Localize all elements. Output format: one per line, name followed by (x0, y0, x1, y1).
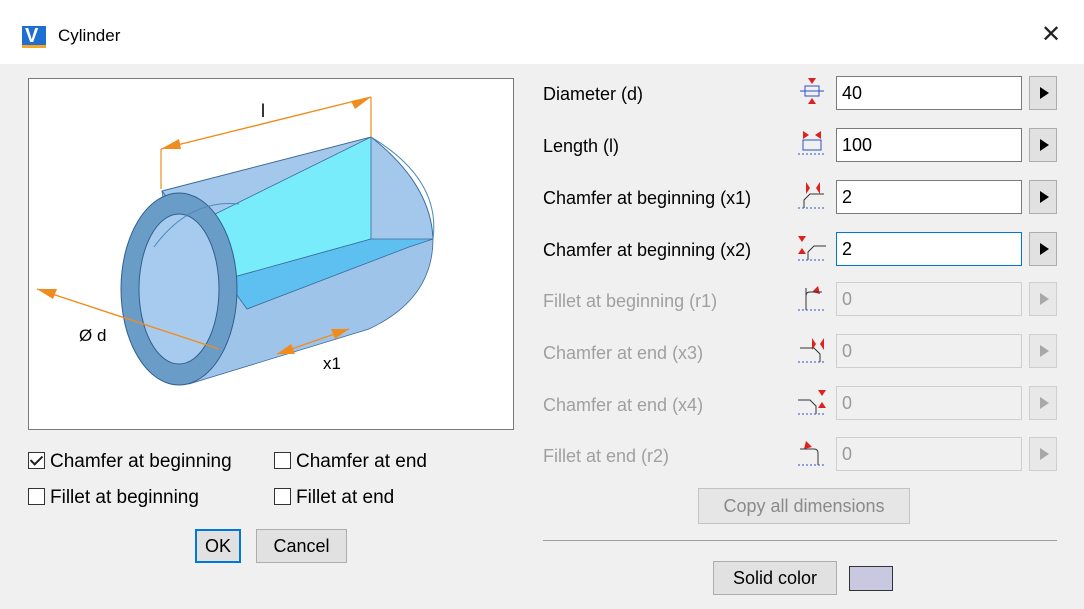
chamfer-x2-input[interactable]: 2 (836, 232, 1022, 266)
chamfer-beginning-checkbox[interactable]: Chamfer at beginning (28, 450, 232, 474)
fillet-r1-input[interactable]: 0 (836, 282, 1022, 316)
chamfer-x4-label: Chamfer at end (x4) (543, 395, 704, 415)
fillet-r1-arrow-button[interactable] (1029, 282, 1057, 316)
length-input[interactable]: 100 (836, 128, 1022, 162)
fillet-r2-input[interactable]: 0 (836, 437, 1022, 471)
chamfer-label: x1 (323, 354, 341, 373)
checkbox-icon (274, 452, 291, 469)
length-icon (798, 131, 826, 155)
diameter-label: Diameter (d) (543, 84, 644, 104)
chamfer-x2-arrow-button[interactable] (1029, 232, 1057, 266)
fillet-end-icon (798, 441, 826, 466)
fillet-beginning-checkbox[interactable]: Fillet at beginning (28, 486, 199, 510)
chamfer-x1-label: Chamfer at beginning (x1) (543, 188, 752, 208)
app-logo-icon: V (22, 25, 46, 48)
diameter-arrow-button[interactable] (1029, 76, 1057, 110)
chamfer-x3-label: Chamfer at end (x3) (543, 343, 704, 363)
checkbox-icon (28, 488, 45, 505)
title-bar: V Cylinder ✕ (0, 0, 1084, 64)
copy-all-dimensions-button[interactable]: Copy all dimensions (698, 488, 910, 524)
chamfer-beginning-x2-icon (798, 236, 826, 261)
fillet-beginning-icon (798, 286, 826, 311)
ok-button[interactable]: OK (195, 529, 241, 563)
length-arrow-button[interactable] (1029, 128, 1057, 162)
diameter-input[interactable]: 40 (836, 76, 1022, 110)
cylinder-drawing: l Ø d x1 (36, 96, 435, 386)
window-title: Cylinder (58, 26, 121, 45)
chamfer-x3-input[interactable]: 0 (836, 334, 1022, 368)
fillet-end-checkbox[interactable]: Fillet at end (274, 486, 394, 510)
cancel-button[interactable]: Cancel (256, 529, 347, 563)
checkbox-icon (274, 488, 291, 505)
chamfer-x1-arrow-button[interactable] (1029, 180, 1057, 214)
close-icon[interactable]: ✕ (1036, 20, 1066, 50)
fillet-r2-label: Fillet at end (r2) (543, 446, 670, 466)
separator (543, 540, 1057, 541)
fillet-r2-arrow-button[interactable] (1029, 437, 1057, 471)
fillet-r1-label: Fillet at beginning (r1) (543, 291, 718, 311)
chamfer-x4-arrow-button[interactable] (1029, 386, 1057, 420)
chamfer-x1-input[interactable]: 2 (836, 180, 1022, 214)
chamfer-end-x4-icon (798, 390, 826, 415)
solid-color-swatch[interactable] (849, 566, 893, 591)
cylinder-diagram: l Ø d x1 (28, 78, 514, 430)
solid-color-button[interactable]: Solid color (713, 561, 837, 595)
length-label: l (261, 101, 265, 121)
diameter-label: Ø d (79, 326, 106, 345)
chamfer-beginning-x1-icon (798, 182, 826, 209)
chamfer-end-checkbox[interactable]: Chamfer at end (274, 450, 427, 474)
chamfer-x4-input[interactable]: 0 (836, 386, 1022, 420)
chamfer-end-x3-icon (798, 338, 826, 363)
chamfer-x3-arrow-button[interactable] (1029, 334, 1057, 368)
chamfer-x2-label: Chamfer at beginning (x2) (543, 240, 752, 260)
diameter-icon (800, 78, 824, 104)
checkbox-checked-icon (28, 452, 45, 469)
length-label: Length (l) (543, 136, 620, 156)
